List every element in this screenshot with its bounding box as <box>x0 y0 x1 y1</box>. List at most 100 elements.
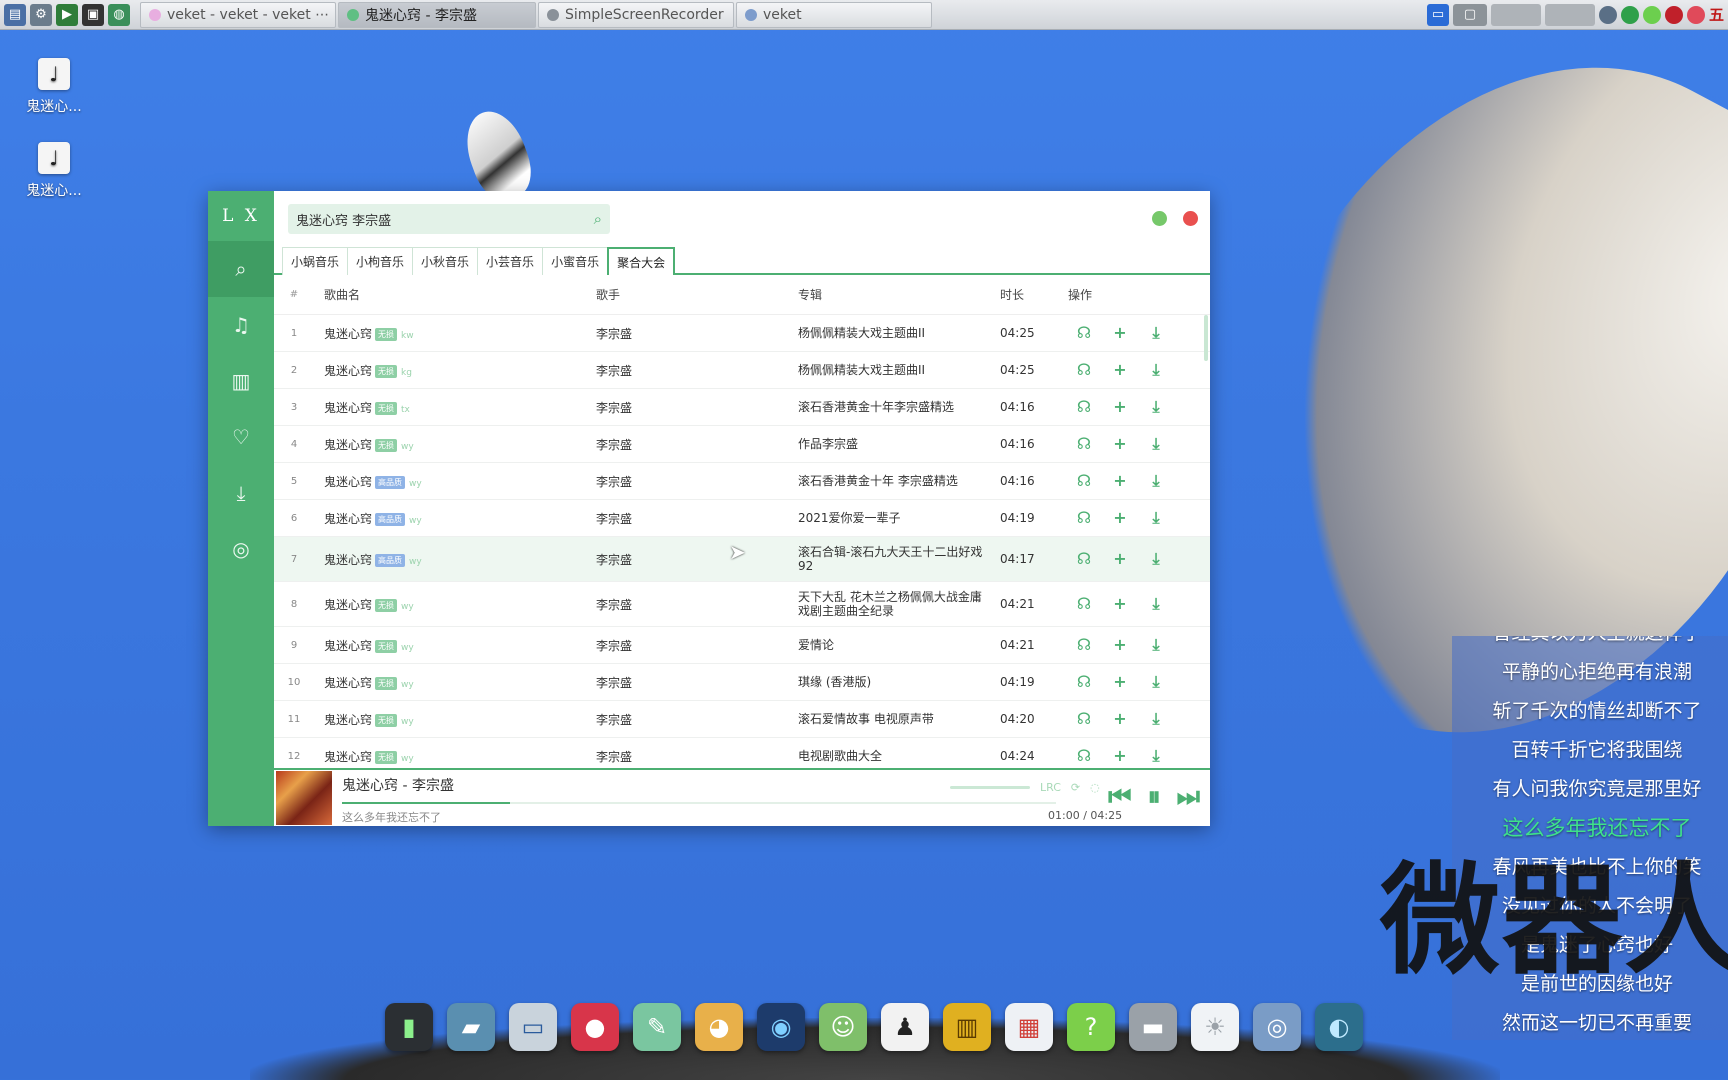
singer[interactable]: 李宗盛 <box>596 473 798 490</box>
headphones-icon[interactable]: ☊ <box>1076 635 1092 655</box>
song-row[interactable]: 9 鬼迷心窍 无损 wy 李宗盛 爱情论 04:21 ☊ + ⤓ <box>274 627 1210 664</box>
media-play-icon[interactable]: ▶ <box>56 3 78 26</box>
download-icon[interactable]: ⤓ <box>1148 594 1164 614</box>
workspace-1-icon[interactable]: ▢ <box>1452 3 1487 26</box>
add-icon[interactable]: + <box>1112 434 1128 454</box>
headphones-icon[interactable]: ☊ <box>1076 746 1092 764</box>
system-monitor-icon[interactable]: ▤ <box>4 3 26 26</box>
album[interactable]: 作品李宗盛 <box>798 437 1000 451</box>
singer[interactable]: 李宗盛 <box>596 637 798 654</box>
album[interactable]: 琪缘 (香港版) <box>798 675 1000 689</box>
pause-icon[interactable]: ⏸ <box>1148 782 1161 812</box>
song-name[interactable]: 鬼迷心窍 <box>324 598 372 612</box>
list-scrollbar[interactable] <box>1204 315 1208 361</box>
add-icon[interactable]: + <box>1112 709 1128 729</box>
singer[interactable]: 李宗盛 <box>596 551 798 568</box>
add-icon[interactable]: + <box>1112 471 1128 491</box>
album[interactable]: 滚石香港黄金十年 李宗盛精选 <box>798 474 1000 488</box>
source-tab[interactable]: 小枸音乐 <box>347 247 414 275</box>
search-icon[interactable]: ⌕ <box>594 210 602 228</box>
next-icon[interactable]: ⏭ <box>1177 782 1200 812</box>
add-icon[interactable]: + <box>1112 594 1128 614</box>
headphones-icon[interactable]: ☊ <box>1076 323 1092 343</box>
window-tab[interactable]: veket - veket - veket ⋯ <box>140 1 336 28</box>
song-name[interactable]: 鬼迷心窍 <box>324 327 372 341</box>
album[interactable]: 电视剧歌曲大全 <box>798 749 1000 763</box>
window-tab[interactable]: SimpleScreenRecorder <box>538 1 734 28</box>
now-playing-title[interactable]: 鬼迷心窍 - 李宗盛 <box>342 775 932 795</box>
add-icon[interactable]: + <box>1112 397 1128 417</box>
headphones-icon[interactable]: ☊ <box>1076 709 1092 729</box>
headphones-icon[interactable]: ☊ <box>1076 434 1092 454</box>
display-icon[interactable]: ▭ <box>1426 3 1449 26</box>
singer[interactable]: 李宗盛 <box>596 362 798 379</box>
song-row[interactable]: 5 鬼迷心窍 高品质 wy 李宗盛 滚石香港黄金十年 李宗盛精选 04:16 ☊ + ⤓ <box>274 463 1210 500</box>
globe-icon[interactable]: ◍ <box>108 3 130 26</box>
song-name[interactable]: 鬼迷心窍 <box>324 512 372 526</box>
album[interactable]: 滚石合辑-滚石九大天王十二出好戏92 <box>798 545 1000 573</box>
album[interactable]: 爱情论 <box>798 638 1000 652</box>
song-name[interactable]: 鬼迷心窍 <box>324 475 372 489</box>
nav-settings[interactable]: ◎ <box>208 521 274 577</box>
song-name[interactable]: 鬼迷心窍 <box>324 676 372 690</box>
source-tab[interactable]: 小芸音乐 <box>477 247 544 275</box>
album[interactable]: 滚石香港黄金十年李宗盛精选 <box>798 400 1000 414</box>
singer[interactable]: 李宗盛 <box>596 436 798 453</box>
previous-icon[interactable]: ⏮ <box>1108 782 1131 812</box>
singer[interactable]: 李宗盛 <box>596 399 798 416</box>
song-row[interactable]: 4 鬼迷心窍 无损 wy 李宗盛 作品李宗盛 04:16 ☊ + ⤓ <box>274 426 1210 463</box>
mascot-icon[interactable]: ● <box>571 1003 619 1051</box>
battery-icon[interactable] <box>1642 5 1661 24</box>
download-icon[interactable]: ⤓ <box>1148 323 1164 343</box>
headphones-icon[interactable]: ☊ <box>1076 471 1092 491</box>
download-icon[interactable]: ⤓ <box>1148 635 1164 655</box>
headphones-icon[interactable]: ☊ <box>1076 360 1092 380</box>
download-icon[interactable]: ⤓ <box>1148 746 1164 764</box>
repeat-icon[interactable]: ⟳ <box>1071 781 1080 794</box>
browser-icon[interactable]: ◐ <box>1315 1003 1363 1051</box>
download-icon[interactable]: ⤓ <box>1148 397 1164 417</box>
singer[interactable]: 李宗盛 <box>596 510 798 527</box>
song-row[interactable]: 2 鬼迷心窍 无损 kg 李宗盛 杨佩佩精装大戏主题曲II 04:25 ☊ + ⤓ <box>274 352 1210 389</box>
download-icon[interactable]: ⤓ <box>1148 508 1164 528</box>
lrc-toggle[interactable]: LRC <box>1040 781 1061 794</box>
penguin-icon[interactable]: ♟ <box>881 1003 929 1051</box>
source-tab[interactable]: 小秋音乐 <box>412 247 479 275</box>
notepad-icon[interactable]: ✎ <box>633 1003 681 1051</box>
album[interactable]: 杨佩佩精装大戏主题曲II <box>798 326 1000 340</box>
add-icon[interactable]: + <box>1112 746 1128 764</box>
add-icon[interactable]: + <box>1112 360 1128 380</box>
song-name[interactable]: 鬼迷心窍 <box>324 438 372 452</box>
song-row[interactable]: 12 鬼迷心窍 无损 wy 李宗盛 电视剧歌曲大全 04:24 ☊ + ⤓ <box>274 738 1210 764</box>
album-cover[interactable] <box>276 771 332 825</box>
window-tab[interactable]: 鬼迷心窍 - 李宗盛 <box>338 1 536 28</box>
singer[interactable]: 李宗盛 <box>596 674 798 691</box>
headphones-icon[interactable]: ☊ <box>1076 594 1092 614</box>
network-icon[interactable] <box>1598 5 1617 24</box>
add-icon[interactable]: + <box>1112 323 1128 343</box>
shield-icon[interactable] <box>1620 5 1639 24</box>
nav-leaderboard[interactable]: ▥ <box>208 353 274 409</box>
song-name[interactable]: 鬼迷心窍 <box>324 553 372 567</box>
volume-slider[interactable] <box>950 786 1030 789</box>
minimize-button[interactable] <box>1152 211 1167 226</box>
contacts-book-icon[interactable]: ▥ <box>943 1003 991 1051</box>
window-tab[interactable]: veket <box>736 1 932 28</box>
download-icon[interactable]: ⤓ <box>1148 360 1164 380</box>
album[interactable]: 滚石爱情故事 电视原声带 <box>798 712 1000 726</box>
download-icon[interactable]: ⤓ <box>1148 709 1164 729</box>
song-row[interactable]: 3 鬼迷心窍 无损 tx 李宗盛 滚石香港黄金十年李宗盛精选 04:16 ☊ + ⤓ <box>274 389 1210 426</box>
download-icon[interactable]: ⤓ <box>1148 672 1164 692</box>
nav-downloads[interactable]: ⤓ <box>208 465 274 521</box>
progress-bar[interactable] <box>342 802 1056 804</box>
input-method-indicator[interactable]: 五 <box>1709 4 1724 25</box>
headphones-icon[interactable]: ☊ <box>1076 549 1092 569</box>
album[interactable]: 2021爱你爱一辈子 <box>798 511 1000 525</box>
add-icon[interactable]: + <box>1112 635 1128 655</box>
search-box[interactable]: ⌕ <box>288 204 610 234</box>
download-icon[interactable]: ⤓ <box>1148 434 1164 454</box>
headphones-icon[interactable]: ☊ <box>1076 397 1092 417</box>
song-row[interactable]: 8 鬼迷心窍 无损 wy 李宗盛 天下大乱 花木兰之杨佩佩大战金庸戏剧主题曲全纪录 04:2… <box>274 582 1210 627</box>
help-icon[interactable]: ? <box>1067 1003 1115 1051</box>
download-icon[interactable]: ⤓ <box>1148 471 1164 491</box>
